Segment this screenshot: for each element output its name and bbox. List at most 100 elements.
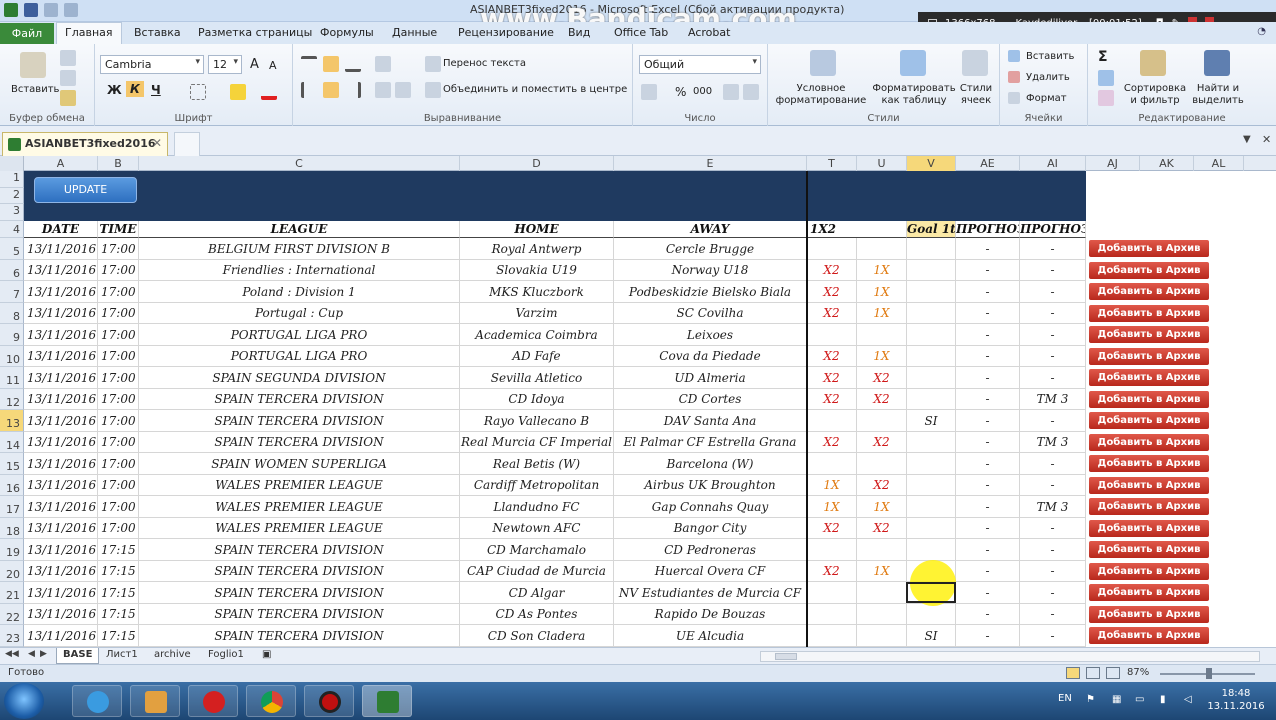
cell-prognosis-2[interactable]: TM 3 <box>1020 496 1086 518</box>
cell-time[interactable]: 17:00 <box>98 367 139 389</box>
row-header[interactable]: 7 <box>0 281 24 303</box>
cell-league[interactable]: SPAIN WOMEN SUPERLIGA <box>139 453 460 475</box>
cell-away[interactable]: CD Cortes <box>614 389 807 410</box>
column-header[interactable]: D <box>460 156 614 171</box>
cell-goal[interactable]: SI <box>907 625 956 647</box>
file-menu[interactable]: Файл <box>0 23 54 44</box>
cell-prognosis-1[interactable]: - <box>956 604 1020 625</box>
row-header[interactable]: 20 <box>0 561 24 582</box>
selected-cell[interactable] <box>906 582 956 603</box>
cell-date[interactable]: 13/11/2016 <box>24 410 98 432</box>
cell-league[interactable]: PORTUGAL LIGA PRO <box>139 346 460 367</box>
cell-1x2-t[interactable]: X2 <box>807 389 857 410</box>
cell-date[interactable]: 13/11/2016 <box>24 238 98 260</box>
cell-away[interactable]: Leixoes <box>614 324 807 346</box>
row-header[interactable]: 16 <box>0 475 24 496</box>
row-header[interactable]: 13 <box>0 410 24 432</box>
cell-prognosis-1[interactable]: - <box>956 346 1020 367</box>
align-left-icon[interactable] <box>301 82 317 98</box>
taskbar-excel[interactable] <box>362 685 412 717</box>
cell-time[interactable]: 17:15 <box>98 561 139 582</box>
cell-prognosis-2[interactable]: - <box>1020 539 1086 561</box>
cell-away[interactable]: Norway U18 <box>614 260 807 281</box>
horizontal-scrollbar[interactable] <box>760 651 1260 662</box>
cell-1x2-u[interactable] <box>857 410 907 432</box>
cell-home[interactable]: Academica Coimbra <box>460 324 614 346</box>
cell-date[interactable]: 13/11/2016 <box>24 582 98 604</box>
cell-away[interactable]: NV Estudiantes de Murcia CF <box>614 582 807 604</box>
scroll-thumb[interactable] <box>775 653 797 660</box>
cell-league[interactable]: SPAIN TERCERA DIVISION <box>139 432 460 453</box>
cell-goal[interactable]: SI <box>907 410 956 432</box>
cell-1x2-u[interactable]: X2 <box>857 367 907 389</box>
cell-1x2-u[interactable]: X2 <box>857 389 907 410</box>
cell-1x2-u[interactable]: 1X <box>857 346 907 367</box>
cell-prognosis-1[interactable]: - <box>956 539 1020 561</box>
cell-away[interactable]: El Palmar CF Estrella Grana <box>614 432 807 453</box>
cell-date[interactable]: 13/11/2016 <box>24 432 98 453</box>
tab-data[interactable]: Данные <box>392 26 437 39</box>
taskbar-media[interactable] <box>130 685 180 717</box>
delete-cells-button[interactable]: Удалить <box>1026 72 1070 83</box>
cell-away[interactable]: Bangor City <box>614 518 807 539</box>
cell-prognosis-1[interactable]: - <box>956 367 1020 389</box>
add-to-archive-button[interactable]: Добавить в Архив <box>1089 455 1209 472</box>
cell-date[interactable]: 13/11/2016 <box>24 561 98 582</box>
find-select-button[interactable]: Найти и выделить <box>1188 83 1248 107</box>
tray-battery-icon[interactable]: ▭ <box>1135 694 1144 705</box>
chevron-down-icon[interactable]: ▼ <box>1243 134 1251 145</box>
cell-1x2-u[interactable]: 1X <box>857 281 907 303</box>
close-icon[interactable]: ✕ <box>152 136 162 150</box>
column-header[interactable]: U <box>857 156 907 171</box>
font-name-select[interactable]: Cambria <box>100 55 204 74</box>
cut-icon[interactable] <box>60 50 76 66</box>
column-header[interactable]: AJ <box>1086 156 1140 171</box>
cell-date[interactable]: 13/11/2016 <box>24 260 98 281</box>
cell-goal[interactable] <box>907 238 956 260</box>
row-header[interactable]: 9 <box>0 324 24 346</box>
cell-prognosis-1[interactable]: - <box>956 281 1020 303</box>
cell-goal[interactable] <box>907 389 956 410</box>
column-header[interactable]: A <box>24 156 98 171</box>
cell-date[interactable]: 13/11/2016 <box>24 281 98 303</box>
row-header[interactable]: 18 <box>0 518 24 539</box>
column-header[interactable]: E <box>614 156 807 171</box>
clock[interactable]: 18:48 13.11.2016 <box>1206 687 1266 713</box>
cell-league[interactable]: SPAIN TERCERA DIVISION <box>139 539 460 561</box>
cell-prognosis-2[interactable]: - <box>1020 410 1086 432</box>
cell-styles-icon[interactable] <box>962 50 988 76</box>
cell-date[interactable]: 13/11/2016 <box>24 518 98 539</box>
column-header[interactable]: V <box>907 156 956 171</box>
cell-league[interactable]: WALES PREMIER LEAGUE <box>139 496 460 518</box>
cell-home[interactable]: CD As Pontes <box>460 604 614 625</box>
fill-icon[interactable] <box>1098 70 1114 86</box>
decimal-decrease-icon[interactable] <box>743 84 759 100</box>
cell-1x2-t[interactable]: 1X <box>807 496 857 518</box>
first-sheet-icon[interactable]: ◀◀ <box>5 649 19 659</box>
cell-league[interactable]: SPAIN TERCERA DIVISION <box>139 410 460 432</box>
cell-goal[interactable] <box>907 518 956 539</box>
sheet-tab-list1[interactable]: Лист1 <box>100 648 144 664</box>
excel-icon[interactable] <box>4 3 18 17</box>
cell-away[interactable]: Barcelona (W) <box>614 453 807 475</box>
insert-cells-icon[interactable] <box>1008 50 1020 62</box>
cell-league[interactable]: WALES PREMIER LEAGUE <box>139 475 460 496</box>
percent-button[interactable]: % <box>675 85 686 99</box>
column-header[interactable]: T <box>807 156 857 171</box>
cell-prognosis-2[interactable]: TM 3 <box>1020 389 1086 410</box>
row-header[interactable]: 4 <box>0 221 24 238</box>
cell-goal[interactable] <box>907 539 956 561</box>
cell-prognosis-2[interactable]: - <box>1020 518 1086 539</box>
worksheet-grid[interactable]: UPDATE 1 2 3 4 DATE TIME LEAGUE HOME AWA… <box>0 171 1276 647</box>
cell-goal[interactable] <box>907 453 956 475</box>
merge-center-button[interactable]: Объединить и поместить в центре <box>443 84 627 95</box>
row-header[interactable]: 14 <box>0 432 24 453</box>
row-header[interactable]: 23 <box>0 625 24 647</box>
cell-1x2-t[interactable] <box>807 410 857 432</box>
cell-prognosis-1[interactable]: - <box>956 561 1020 582</box>
add-to-archive-button[interactable]: Добавить в Архив <box>1089 606 1209 623</box>
cell-home[interactable]: Cardiff Metropolitan <box>460 475 614 496</box>
insert-cells-button[interactable]: Вставить <box>1026 51 1074 62</box>
cell-goal[interactable] <box>907 475 956 496</box>
cell-time[interactable]: 17:00 <box>98 281 139 303</box>
